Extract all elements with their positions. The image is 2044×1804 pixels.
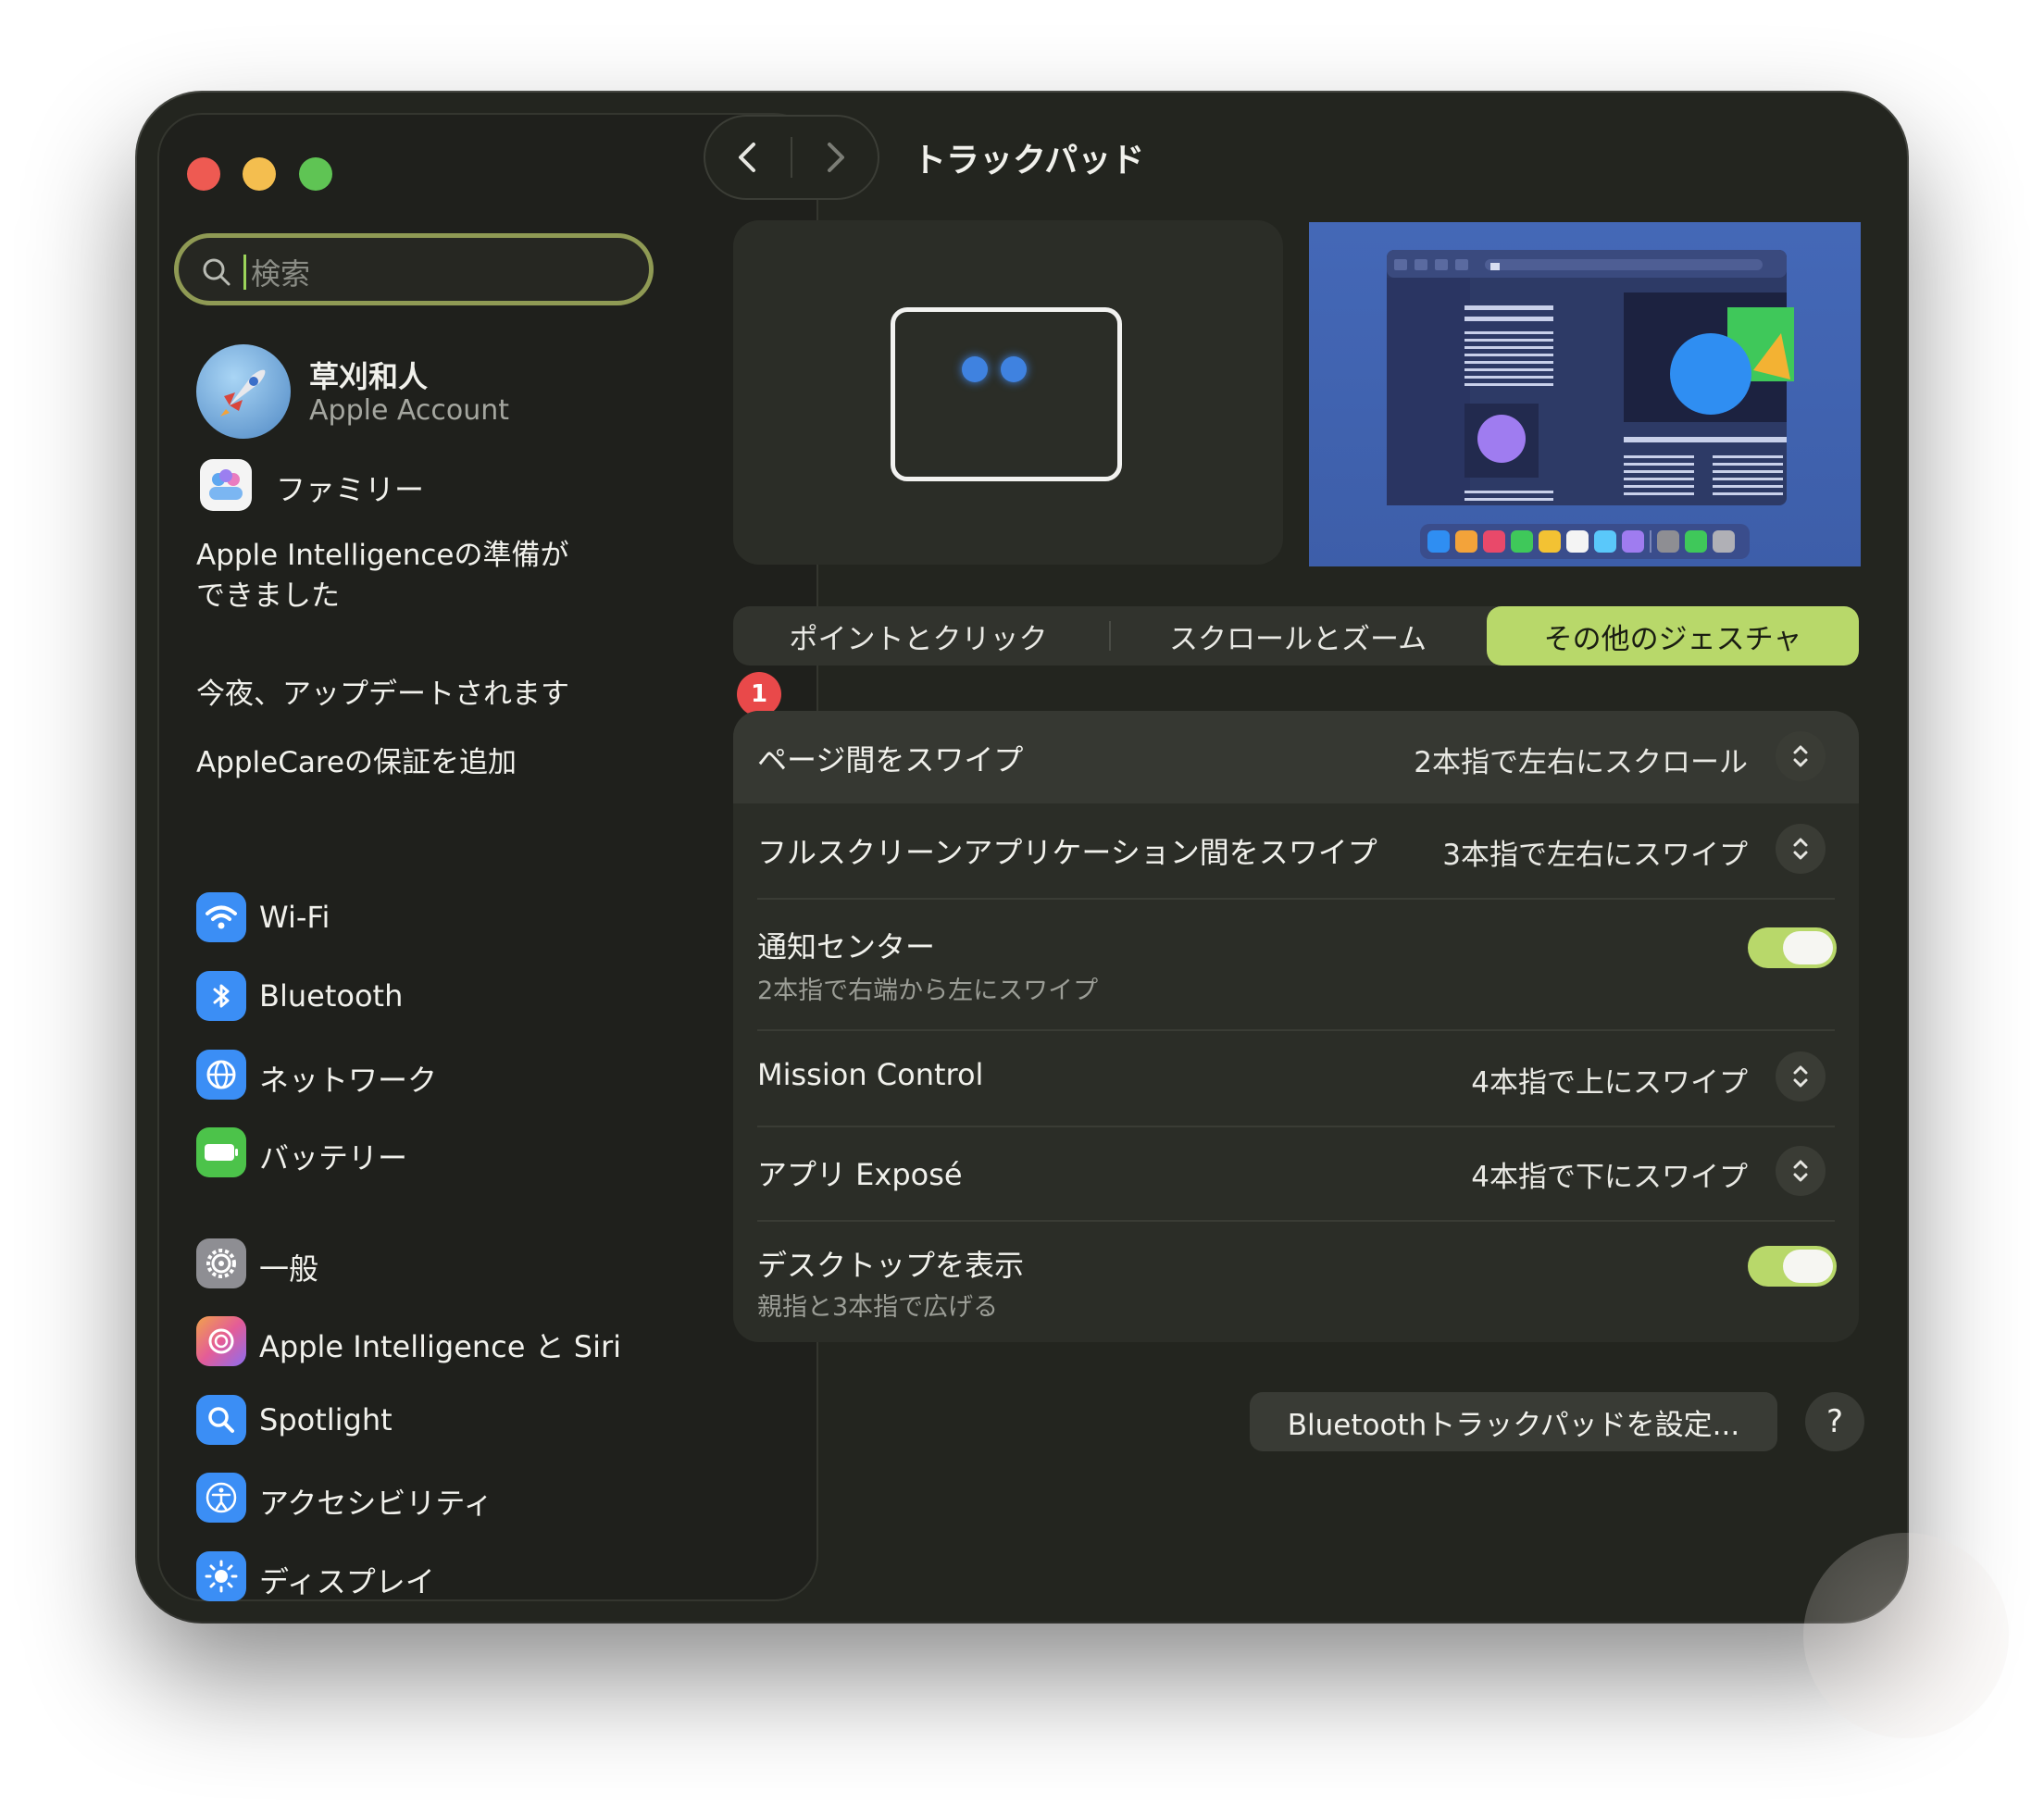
notice-line-2: できました [196,579,340,613]
setting-label: 通知センター [757,929,936,964]
popup-stepper-icon[interactable] [1776,731,1826,781]
setting-label: ページ間をスワイプ [757,742,1024,778]
account-name: 草刈和人 [309,359,429,394]
update-tonight-notice[interactable]: 今夜、アップデートされます [196,674,569,715]
sidebar-item-battery[interactable]: バッテリー [196,1126,770,1181]
search-icon [203,258,231,286]
sidebar-item-bluetooth[interactable]: Bluetooth [196,969,770,1025]
wifi-icon [196,892,246,942]
page-title: トラックパッド [913,142,1145,180]
text-caret [243,255,246,290]
sidebar-item-label: アクセシビリティ [259,1486,493,1521]
globe-icon [196,1050,246,1100]
notice-label: AppleCareの保証を追加 [196,746,517,779]
setting-row-app-expose[interactable]: アプリ Exposé 4本指で下にスワイプ [733,1127,1859,1220]
bluetooth-icon [196,971,246,1021]
show-desktop-toggle[interactable] [1748,1246,1837,1287]
setting-row-notification-center[interactable]: 通知センター 2本指で右端から左にスワイプ [733,900,1859,1029]
setting-value: 4本指で上にスワイプ [1471,1066,1748,1100]
tab-separator [1109,621,1111,651]
gesture-tabs: ポイントとクリック スクロールとズーム その他のジェスチャ [733,606,1859,666]
setting-label: デスクトップを表示 [757,1248,1025,1283]
sidebar-item-label: ネットワーク [259,1063,438,1098]
sidebar-item-label: ディスプレイ [259,1564,435,1599]
zoom-window-button[interactable] [299,157,332,191]
tab-scroll-and-zoom[interactable]: スクロールとズーム [1113,606,1483,666]
family-icon [200,459,252,511]
spotlight-icon [196,1395,246,1445]
popup-stepper-icon[interactable] [1776,824,1826,874]
setting-value: 2本指で左右にスクロール [1414,746,1748,779]
search-placeholder: 検索 [251,256,311,292]
sidebar-item-spotlight[interactable]: Spotlight [196,1393,770,1449]
family-label: ファミリー [276,472,425,507]
sidebar: 検索 草刈和人 Apple Account ファミリー Apple Intell… [157,113,818,1601]
sidebar-item-apple-intelligence-siri[interactable]: Apple Intelligence と Siri [196,1314,770,1370]
setting-value: 4本指で下にスワイプ [1471,1161,1748,1194]
minimize-window-button[interactable] [243,157,276,191]
battery-icon [196,1127,246,1177]
desktop-illustration [1387,250,1794,559]
tab-point-and-click[interactable]: ポイントとクリック [733,606,1103,666]
applecare-notice[interactable]: AppleCareの保証を追加 [196,742,517,783]
sidebar-item-general[interactable]: 一般 [196,1237,770,1292]
setting-label: フルスクリーンアプリケーション間をスワイプ [757,835,1377,870]
popup-stepper-icon[interactable] [1776,1051,1826,1101]
finger-dot [962,356,988,382]
sidebar-item-display[interactable]: ディスプレイ [196,1549,770,1601]
setup-bluetooth-trackpad-button[interactable]: Bluetoothトラックパッドを設定... [1250,1392,1777,1451]
notice-label: 今夜、アップデートされます [196,678,569,711]
toggle-knob [1783,1250,1833,1283]
sidebar-item-label: バッテリー [259,1140,408,1176]
sidebar-item-label: 一般 [259,1251,319,1287]
setting-row-show-desktop[interactable]: デスクトップを表示 親指と3本指で広げる [733,1222,1859,1342]
close-window-button[interactable] [187,157,220,191]
search-field[interactable]: 検索 [174,233,654,305]
rocket-icon [220,369,266,417]
tab-more-gestures[interactable]: その他のジェスチャ [1487,606,1859,666]
gesture-video-preview [1309,222,1861,566]
watermark-logo [1803,1533,2009,1738]
notice-line-1: Apple Intelligenceの準備が [196,539,569,572]
apple-intelligence-icon [196,1316,246,1366]
help-button[interactable]: ? [1805,1392,1864,1451]
toggle-knob [1783,931,1833,964]
setting-sublabel: 親指と3本指で広げる [757,1293,999,1322]
display-icon [196,1551,246,1601]
sidebar-item-wifi[interactable]: Wi-Fi [196,890,770,946]
gesture-settings-list: ページ間をスワイプ 2本指で左右にスクロール フルスクリーンアプリケーション間を… [733,711,1859,1342]
sidebar-item-label: Wi-Fi [259,900,330,935]
setting-row-swipe-between-fullscreen-apps[interactable]: フルスクリーンアプリケーション間をスワイプ 3本指で左右にスワイプ [733,803,1859,898]
sidebar-item-accessibility[interactable]: アクセシビリティ [196,1471,770,1526]
history-navigation [704,115,879,200]
notification-badge: 1 [737,672,781,716]
gear-icon [196,1238,246,1288]
setting-label: Mission Control [757,1057,984,1092]
sidebar-item-label: Spotlight [259,1402,393,1437]
setting-sublabel: 2本指で右端から左にスワイプ [757,977,1099,1005]
sidebar-item-network[interactable]: ネットワーク [196,1048,770,1103]
settings-window: 検索 草刈和人 Apple Account ファミリー Apple Intell… [137,93,1907,1622]
forward-button[interactable] [818,139,852,176]
back-button[interactable] [731,139,765,176]
sidebar-item-label: Bluetooth [259,978,404,1014]
setting-row-mission-control[interactable]: Mission Control 4本指で上にスワイプ [733,1031,1859,1126]
setting-value: 3本指で左右にスワイプ [1442,839,1748,872]
setting-row-swipe-between-pages[interactable]: ページ間をスワイプ 2本指で左右にスクロール [733,711,1859,803]
apple-intelligence-ready-notice[interactable]: Apple Intelligenceの準備が できました [196,535,568,616]
account-subtitle: Apple Account [309,394,510,427]
trackpad-illustration [891,307,1122,481]
finger-dot [1001,356,1027,382]
notification-center-toggle[interactable] [1748,927,1837,968]
avatar [196,344,291,439]
sidebar-item-label: Apple Intelligence と Siri [259,1329,622,1364]
popup-stepper-icon[interactable] [1776,1146,1826,1196]
setting-label: アプリ Exposé [757,1157,963,1192]
divider [791,137,792,178]
accessibility-icon [196,1473,246,1523]
gesture-preview [733,220,1283,565]
